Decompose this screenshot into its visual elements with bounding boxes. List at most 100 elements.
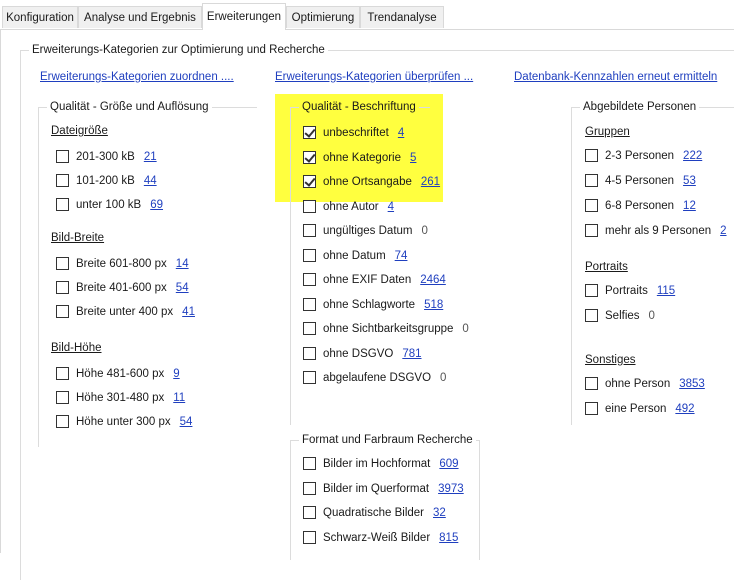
- tab-erweiterungen[interactable]: Erweiterungen: [202, 3, 286, 30]
- checkbox[interactable]: [56, 415, 69, 428]
- option-label: ohne Schlagworte 518: [323, 297, 443, 313]
- count-link[interactable]: 74: [395, 250, 408, 262]
- count-link[interactable]: 3973: [438, 483, 464, 495]
- option-label: Bilder im Querformat 3973: [323, 481, 464, 497]
- tab-trendanalyse[interactable]: Trendanalyse: [360, 6, 444, 28]
- section-heading: Sonstiges: [585, 354, 636, 366]
- option-text: Quadratische Bilder: [323, 507, 424, 519]
- checkbox[interactable]: [56, 391, 69, 404]
- checkbox[interactable]: [56, 198, 69, 211]
- link-assign-categories[interactable]: Erweiterungs-Kategorien zuordnen ....: [40, 71, 234, 83]
- count-link[interactable]: 11: [173, 392, 185, 404]
- count-link[interactable]: 14: [176, 258, 189, 270]
- option-label: Quadratische Bilder 32: [323, 505, 446, 521]
- count-link[interactable]: 12: [683, 200, 696, 212]
- count-link[interactable]: 2464: [420, 274, 446, 286]
- option-text: ohne DSGVO: [323, 347, 394, 360]
- section-heading: Bild-Breite: [51, 232, 105, 244]
- checkbox[interactable]: [303, 481, 316, 495]
- count-link[interactable]: 815: [439, 532, 458, 544]
- count-link[interactable]: 32: [433, 507, 446, 519]
- option-text: Höhe unter 300 px: [76, 416, 171, 428]
- checkbox[interactable]: [585, 199, 598, 212]
- option-text: ohne Autor: [323, 200, 379, 213]
- checkbox[interactable]: [303, 150, 316, 164]
- option-text: ohne Ortsangabe: [323, 176, 412, 188]
- count-link[interactable]: 21: [144, 151, 157, 163]
- checkbox[interactable]: [585, 284, 598, 297]
- checkbox[interactable]: [56, 150, 69, 163]
- option-text: 201-300 kB: [76, 151, 135, 163]
- checkbox[interactable]: [56, 305, 69, 318]
- option-label: abgelaufene DSGVO 0: [323, 370, 446, 386]
- count-link[interactable]: 53: [683, 175, 696, 187]
- count-link[interactable]: 69: [150, 199, 163, 211]
- count-link[interactable]: 41: [182, 306, 195, 318]
- checkbox[interactable]: [585, 402, 598, 415]
- option-text: 2-3 Personen: [605, 150, 675, 162]
- checkbox[interactable]: [585, 309, 598, 322]
- tab-optimierung[interactable]: Optimierung: [286, 6, 360, 28]
- checkbox[interactable]: [303, 248, 316, 262]
- count-link[interactable]: 781: [402, 348, 421, 360]
- checkbox[interactable]: [303, 126, 316, 139]
- count-link[interactable]: 518: [424, 299, 443, 311]
- count-link[interactable]: 44: [144, 175, 157, 187]
- count-link[interactable]: 54: [180, 416, 193, 428]
- checkbox[interactable]: [585, 224, 598, 237]
- option-text: unbeschriftet: [323, 127, 389, 139]
- count-link[interactable]: 115: [657, 285, 675, 297]
- count-link[interactable]: 222: [683, 150, 702, 162]
- checkbox[interactable]: [303, 297, 316, 311]
- checkmark-icon: [304, 126, 316, 138]
- count-link[interactable]: 492: [675, 403, 694, 415]
- option-label: Breite 601-800 px 14: [76, 256, 189, 272]
- checkbox[interactable]: [303, 346, 316, 360]
- option-label: 4-5 Personen 53: [605, 173, 696, 189]
- option-text: 4-5 Personen: [605, 175, 675, 187]
- tab-konfiguration[interactable]: Konfiguration: [2, 6, 78, 28]
- tab-analyse-und-ergebnis[interactable]: Analyse und Ergebnis: [78, 6, 202, 28]
- checkbox[interactable]: [303, 273, 316, 286]
- count-link[interactable]: 4: [388, 201, 394, 213]
- option-label: Breite unter 400 px 41: [76, 304, 195, 320]
- checkbox[interactable]: [585, 149, 598, 162]
- link-recompute-metrics[interactable]: Datenbank-Kennzahlen erneut ermitteln: [514, 71, 717, 83]
- option-label: 2-3 Personen 222: [605, 148, 702, 164]
- option-text: Breite unter 400 px: [76, 306, 174, 318]
- checkbox[interactable]: [303, 224, 316, 237]
- checkbox[interactable]: [303, 457, 316, 470]
- count-link[interactable]: 261: [421, 176, 440, 188]
- count-link[interactable]: 5: [410, 152, 416, 164]
- tab-strip: Konfiguration Analyse und Ergebnis Erwei…: [0, 0, 734, 30]
- checkbox[interactable]: [303, 371, 316, 384]
- option-text: Bilder im Querformat: [323, 482, 430, 495]
- option-text: Bilder im Hochformat: [323, 458, 431, 470]
- option-text: Höhe 481-600 px: [76, 368, 165, 380]
- checkbox[interactable]: [56, 281, 69, 294]
- count-link: 0: [462, 323, 469, 335]
- checkbox[interactable]: [56, 174, 69, 187]
- count-link[interactable]: 3853: [679, 378, 705, 390]
- count-link[interactable]: 2: [720, 225, 726, 237]
- checkbox[interactable]: [303, 530, 316, 544]
- checkbox[interactable]: [585, 174, 598, 187]
- checkbox[interactable]: [303, 175, 316, 188]
- outer-group-title: Erweiterungs-Kategorien zur Optimierung …: [29, 43, 328, 57]
- checkbox[interactable]: [56, 257, 69, 270]
- checkbox[interactable]: [585, 377, 598, 390]
- section-heading: Dateigröße: [51, 125, 108, 137]
- checkbox[interactable]: [303, 506, 316, 519]
- count-link[interactable]: 54: [176, 282, 189, 294]
- checkbox[interactable]: [56, 367, 69, 380]
- count-link[interactable]: 4: [398, 127, 404, 139]
- option-text: Höhe 301-480 px: [76, 392, 165, 404]
- option-text: mehr als 9 Personen: [605, 225, 712, 237]
- option-text: abgelaufene DSGVO: [323, 372, 432, 384]
- count-link[interactable]: 609: [439, 458, 458, 470]
- checkbox[interactable]: [303, 199, 316, 213]
- count-link[interactable]: 9: [173, 368, 179, 380]
- link-check-categories[interactable]: Erweiterungs-Kategorien überprüfen ...: [275, 71, 473, 83]
- option-label: Schwarz-Weiß Bilder 815: [323, 530, 458, 546]
- checkbox[interactable]: [303, 322, 316, 335]
